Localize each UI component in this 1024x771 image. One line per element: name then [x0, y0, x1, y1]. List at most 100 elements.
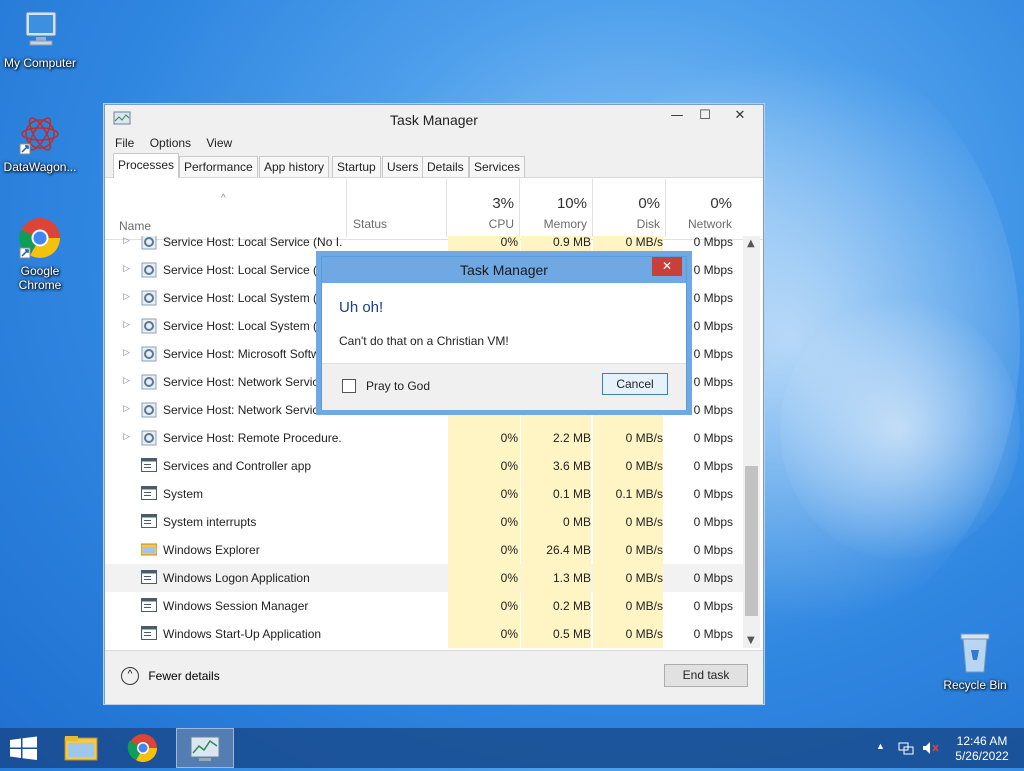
table-row[interactable]: Windows Explorer 0% 26.4 MB 0 MB/s 0 Mbps	[105, 536, 745, 564]
cpu-label: CPU	[488, 217, 514, 231]
expand-chevron-icon[interactable]: ▷	[123, 403, 130, 414]
maximize-button[interactable]: ☐	[691, 105, 719, 127]
memory-value: 2.2 MB	[521, 424, 591, 452]
dialog-message: Can't do that on a Christian VM!	[339, 334, 509, 348]
end-task-button[interactable]: End task	[664, 664, 748, 687]
scroll-up-icon[interactable]: ▲	[747, 238, 755, 249]
memory-value: 0.2 MB	[521, 592, 591, 620]
recycle-bin-icon	[953, 630, 997, 674]
scroll-down-icon[interactable]: ▼	[747, 635, 755, 646]
network-value: 0 Mbps	[693, 627, 733, 641]
tab-strip: Processes Performance App history Startu…	[105, 153, 763, 178]
cpu-total: 3%	[492, 195, 514, 212]
table-row[interactable]: ▷ Service Host: Remote Procedure... 0% 2.2 …	[105, 424, 745, 452]
column-disk[interactable]: 0% Disk	[592, 179, 666, 237]
memory-value: 0.9 MB	[521, 236, 591, 256]
table-row[interactable]: ▷ Service Host: Local Service (No I... 0% 0…	[105, 236, 745, 256]
disk-value: 0 MB/s	[593, 620, 663, 648]
expand-chevron-icon[interactable]: ▷	[123, 291, 130, 302]
taskbar-task-manager[interactable]	[176, 728, 234, 768]
column-header: ^ Name Status 3% CPU 10% Memory 0% Disk …	[105, 179, 763, 240]
menu-file[interactable]: File	[115, 133, 134, 153]
chevron-up-icon: ^	[121, 667, 139, 685]
gear-icon	[141, 374, 157, 390]
process-name: Service Host: Local System (14	[163, 291, 331, 305]
column-memory[interactable]: 10% Memory	[519, 179, 593, 237]
column-name[interactable]: Name	[119, 219, 151, 233]
minimize-button[interactable]: —	[663, 105, 691, 127]
network-icon[interactable]	[898, 740, 914, 759]
table-row[interactable]: Services and Controller app 0% 3.6 MB 0 MB/…	[105, 452, 745, 480]
process-name: Service Host: Network Service	[163, 375, 326, 389]
tab-services[interactable]: Services	[469, 156, 526, 177]
table-row[interactable]: Windows Session Manager 0% 0.2 MB 0 MB/s 0 M…	[105, 592, 745, 620]
desktop-icon-label: Recycle Bin	[943, 678, 1007, 692]
cpu-value: 0%	[448, 620, 520, 648]
desktop-icon-my-computer[interactable]: My Computer	[0, 8, 80, 70]
desktop-icon-label-line2: Chrome	[18, 278, 62, 292]
desktop-icon-chrome[interactable]: Google Chrome	[0, 216, 80, 292]
error-dialog: Task Manager ✕ Uh oh! Can't do that on a…	[321, 256, 687, 410]
desktop-icon-label: My Computer	[3, 56, 77, 70]
clock[interactable]: 12:46 AM 5/26/2022	[950, 734, 1014, 764]
close-button[interactable]: ✕	[719, 105, 761, 127]
fewer-details-button[interactable]: ^ Fewer details	[121, 667, 220, 685]
expand-chevron-icon[interactable]: ▷	[123, 375, 130, 386]
app-window-icon	[141, 458, 157, 472]
folder-icon	[64, 736, 98, 761]
expand-chevron-icon[interactable]: ▷	[123, 431, 130, 442]
process-name: Service Host: Microsoft Softw	[163, 347, 320, 361]
memory-value: 3.6 MB	[521, 452, 591, 480]
memory-total: 10%	[556, 195, 587, 212]
title-bar: Task Manager — ☐ ✕	[105, 105, 763, 133]
app-window-icon	[141, 626, 157, 640]
app-window-icon	[141, 514, 157, 528]
dialog-close-button[interactable]: ✕	[652, 257, 682, 276]
expand-chevron-icon[interactable]: ▷	[123, 347, 130, 358]
process-name: Service Host: Local Service (Ne	[163, 263, 333, 277]
tray-overflow-icon[interactable]: ▲	[876, 741, 885, 751]
disk-value: 0 MB/s	[593, 424, 663, 452]
tab-performance[interactable]: Performance	[179, 156, 258, 177]
table-row[interactable]: System 0% 0.1 MB 0.1 MB/s 0 Mbps	[105, 480, 745, 508]
taskbar-explorer[interactable]	[52, 728, 110, 768]
task-manager-icon	[190, 736, 220, 761]
tab-app-history[interactable]: App history	[259, 156, 330, 177]
disk-value: 0.1 MB/s	[593, 480, 663, 508]
memory-value: 26.4 MB	[521, 536, 591, 564]
disk-total: 0%	[638, 195, 660, 212]
table-row[interactable]: System interrupts 0% 0 MB 0 MB/s 0 Mbps	[105, 508, 745, 536]
scrollbar-thumb[interactable]	[745, 466, 758, 616]
taskbar-chrome[interactable]	[114, 728, 172, 768]
app-window-icon	[141, 598, 157, 612]
disk-value: 0 MB/s	[593, 564, 663, 592]
expand-chevron-icon[interactable]: ▷	[123, 319, 130, 330]
table-row[interactable]: Windows Logon Application 0% 1.3 MB 0 MB/s 0…	[105, 564, 745, 592]
tab-details[interactable]: Details	[422, 156, 469, 177]
column-network[interactable]: 0% Network	[665, 179, 738, 237]
tab-processes[interactable]: Processes	[113, 153, 180, 178]
column-cpu[interactable]: 3% CPU	[446, 179, 520, 237]
table-row[interactable]: Windows Start-Up Application 0% 0.5 MB 0 MB…	[105, 620, 745, 648]
tab-users[interactable]: Users	[382, 156, 424, 177]
memory-value: 0.1 MB	[521, 480, 591, 508]
memory-value: 0 MB	[521, 508, 591, 536]
column-status[interactable]: Status	[346, 179, 447, 237]
cancel-button[interactable]: Cancel	[602, 373, 668, 395]
menu-view[interactable]: View	[206, 133, 232, 153]
memory-value: 1.3 MB	[521, 564, 591, 592]
wallpaper-flower-2	[780, 300, 1020, 560]
expand-chevron-icon[interactable]: ▷	[123, 263, 130, 274]
expand-chevron-icon[interactable]: ▷	[123, 236, 130, 246]
network-value: 0 Mbps	[693, 236, 733, 249]
desktop-icon-datawagon[interactable]: DataWagon...	[0, 112, 80, 174]
pray-checkbox[interactable]	[342, 379, 356, 393]
pray-checkbox-label[interactable]: Pray to God	[366, 379, 430, 393]
menu-options[interactable]: Options	[150, 133, 191, 153]
vertical-scrollbar[interactable]: ▲ ▼	[743, 236, 760, 648]
tab-startup[interactable]: Startup	[332, 156, 381, 177]
volume-muted-icon[interactable]	[922, 740, 940, 759]
windows-logo-icon	[10, 736, 37, 760]
start-button[interactable]	[0, 728, 58, 768]
desktop-icon-recycle-bin[interactable]: Recycle Bin	[935, 630, 1015, 692]
